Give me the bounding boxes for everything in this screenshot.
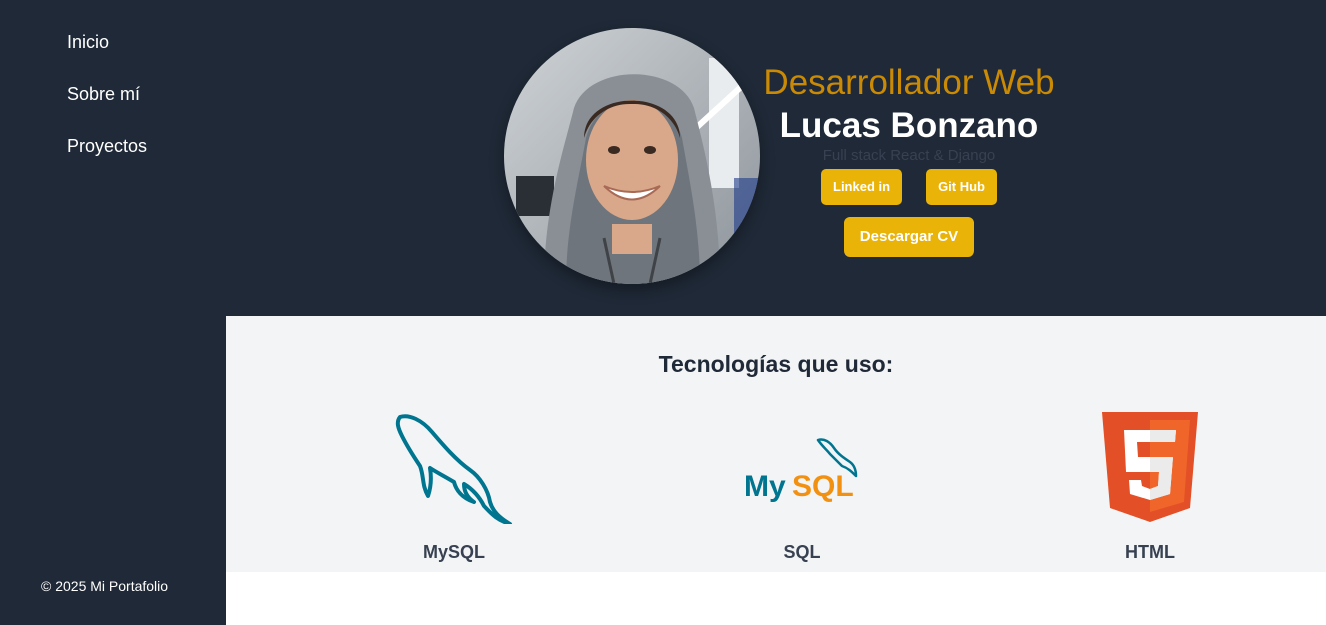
technologies-title: Tecnologías que uso: (658, 351, 894, 377)
profile-photo (504, 28, 760, 284)
html5-shield-icon (1000, 412, 1300, 524)
mysql-logo-icon: My SQL (652, 412, 952, 524)
github-button[interactable]: Git Hub (926, 169, 997, 205)
footer-copyright: © 2025 Mi Portafolio (41, 578, 169, 594)
nav-item-sobre-mi[interactable]: Sobre mí (67, 82, 147, 134)
svg-text:My: My (744, 470, 786, 503)
linkedin-button[interactable]: Linked in (821, 169, 903, 205)
tech-item-html: HTML (1000, 412, 1300, 572)
hero-section: Desarrollador Web Lucas Bonzano Full sta… (226, 0, 1326, 316)
dolphin-icon (304, 412, 604, 526)
tech-label: MySQL (422, 542, 485, 562)
download-cv-button[interactable]: Descargar CV (843, 217, 975, 257)
svg-text:SQL: SQL (792, 470, 854, 503)
hero-text: Desarrollador Web Lucas Bonzano Full sta… (759, 60, 1059, 257)
tech-item-sql: My SQL SQL (652, 412, 952, 572)
nav-item-inicio[interactable]: Inicio (67, 30, 147, 82)
tech-label: HTML (1125, 542, 1175, 562)
technologies-section: Tecnologías que uso: MySQL My SQL SQL HT… (226, 316, 1326, 572)
nav-item-proyectos[interactable]: Proyectos (67, 134, 147, 186)
sidebar: Inicio Sobre mí Proyectos © 2025 Mi Port… (0, 0, 226, 625)
hero-stack: Full stack React & Django (822, 147, 996, 164)
tech-item-mysql: MySQL (304, 412, 604, 572)
social-buttons: Linked in Git Hub (759, 169, 1059, 205)
hero-name: Lucas Bonzano (779, 106, 1039, 145)
tech-label: SQL (783, 542, 821, 562)
hero-role: Desarrollador Web (763, 63, 1055, 102)
sidebar-nav: Inicio Sobre mí Proyectos (67, 30, 147, 186)
